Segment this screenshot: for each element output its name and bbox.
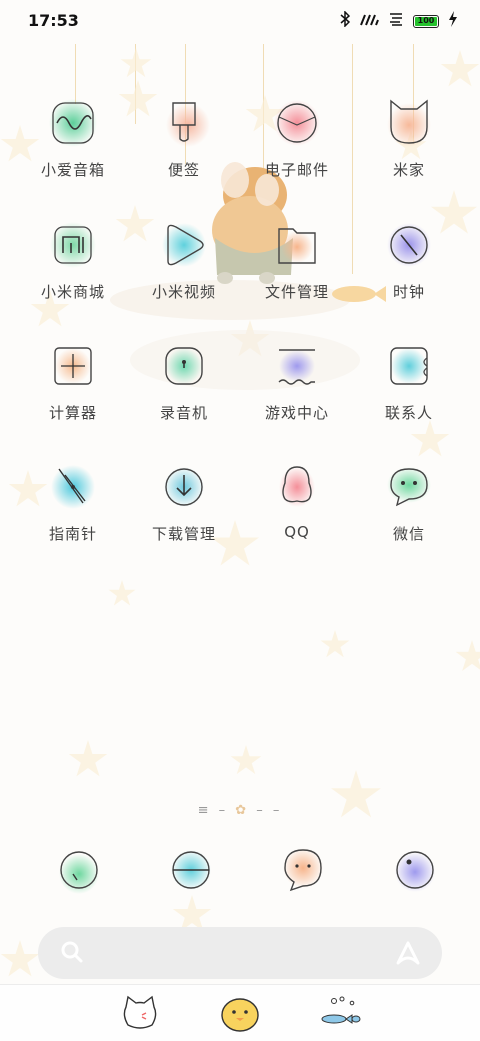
status-bar: 17:53 100: [0, 0, 480, 42]
phone-icon[interactable]: [53, 844, 105, 896]
recorder-icon: [158, 340, 210, 392]
qq-icon: [271, 461, 323, 513]
wifi-icon: [388, 12, 404, 30]
compass-icon: [47, 461, 99, 513]
app-label: 小爱音箱: [40, 161, 105, 179]
fish-icon[interactable]: [318, 993, 362, 1033]
signal-icon: [359, 12, 379, 30]
browser-icon[interactable]: [165, 844, 217, 896]
mi-store-icon: [47, 219, 99, 271]
app-notes[interactable]: 便签: [128, 97, 240, 180]
contacts-icon: [383, 340, 435, 392]
app-mi-store[interactable]: 小米商城: [17, 219, 129, 302]
app-email[interactable]: 电子邮件: [241, 97, 353, 180]
app-wechat[interactable]: 微信: [353, 461, 465, 544]
app-mijia[interactable]: 米家: [353, 97, 465, 180]
pager-current: ✿: [235, 803, 250, 818]
app-label: 时钟: [392, 283, 425, 301]
clock-icon: [383, 219, 435, 271]
app-label: 指南针: [48, 525, 97, 543]
bluetooth-icon: [340, 10, 351, 31]
app-qq[interactable]: QQ: [241, 461, 353, 541]
app-label: 电子邮件: [264, 161, 329, 179]
email-icon: [271, 97, 323, 149]
battery-level: 100: [415, 16, 437, 26]
app-label: 计算器: [48, 404, 97, 422]
app-label: 米家: [392, 161, 425, 179]
charging-icon: [448, 11, 458, 31]
messages-icon[interactable]: [277, 844, 329, 896]
app-label: QQ: [284, 523, 310, 541]
app-download-manager[interactable]: 下载管理: [128, 461, 240, 544]
game-center-icon: [271, 340, 323, 392]
app-recorder[interactable]: 录音机: [128, 340, 240, 423]
cat-mascot-icon[interactable]: [118, 993, 162, 1033]
download-icon: [158, 461, 210, 513]
app-label: 录音机: [159, 404, 208, 422]
search-icon: [60, 940, 84, 968]
pager-left: ≡ –: [197, 803, 229, 818]
search-bar[interactable]: [38, 927, 442, 979]
app-label: 文件管理: [264, 283, 329, 301]
app-label: 下载管理: [151, 525, 216, 543]
bottom-navigation: [0, 984, 480, 1041]
app-label: 小米视频: [151, 283, 216, 301]
camera-icon[interactable]: [389, 844, 441, 896]
xiaoai-assistant-icon[interactable]: [394, 939, 422, 971]
xiaoai-speaker-icon: [47, 97, 99, 149]
app-compass[interactable]: 指南针: [17, 461, 129, 544]
app-label: 联系人: [384, 404, 433, 422]
app-game-center[interactable]: 游戏中心: [241, 340, 353, 423]
app-label: 微信: [392, 525, 425, 543]
status-time: 17:53: [28, 11, 79, 30]
page-indicator[interactable]: ≡ – ✿ – –: [0, 803, 480, 818]
file-manager-icon: [271, 219, 323, 271]
app-label: 游戏中心: [264, 404, 329, 422]
app-contacts[interactable]: 联系人: [353, 340, 465, 423]
app-file-manager[interactable]: 文件管理: [241, 219, 353, 302]
battery-icon: 100: [413, 14, 439, 28]
app-clock[interactable]: 时钟: [353, 219, 465, 302]
wechat-icon: [383, 461, 435, 513]
app-mi-video[interactable]: 小米视频: [128, 219, 240, 302]
app-xiaoai-speaker[interactable]: 小爱音箱: [17, 97, 129, 180]
app-calculator[interactable]: 计算器: [17, 340, 129, 423]
pager-right: – –: [256, 803, 283, 818]
mijia-icon: [383, 97, 435, 149]
calculator-icon: [47, 340, 99, 392]
mi-video-icon: [158, 219, 210, 271]
notes-icon: [158, 97, 210, 149]
chick-mascot-icon[interactable]: [218, 993, 262, 1033]
app-label: 便签: [167, 161, 200, 179]
app-label: 小米商城: [40, 283, 105, 301]
